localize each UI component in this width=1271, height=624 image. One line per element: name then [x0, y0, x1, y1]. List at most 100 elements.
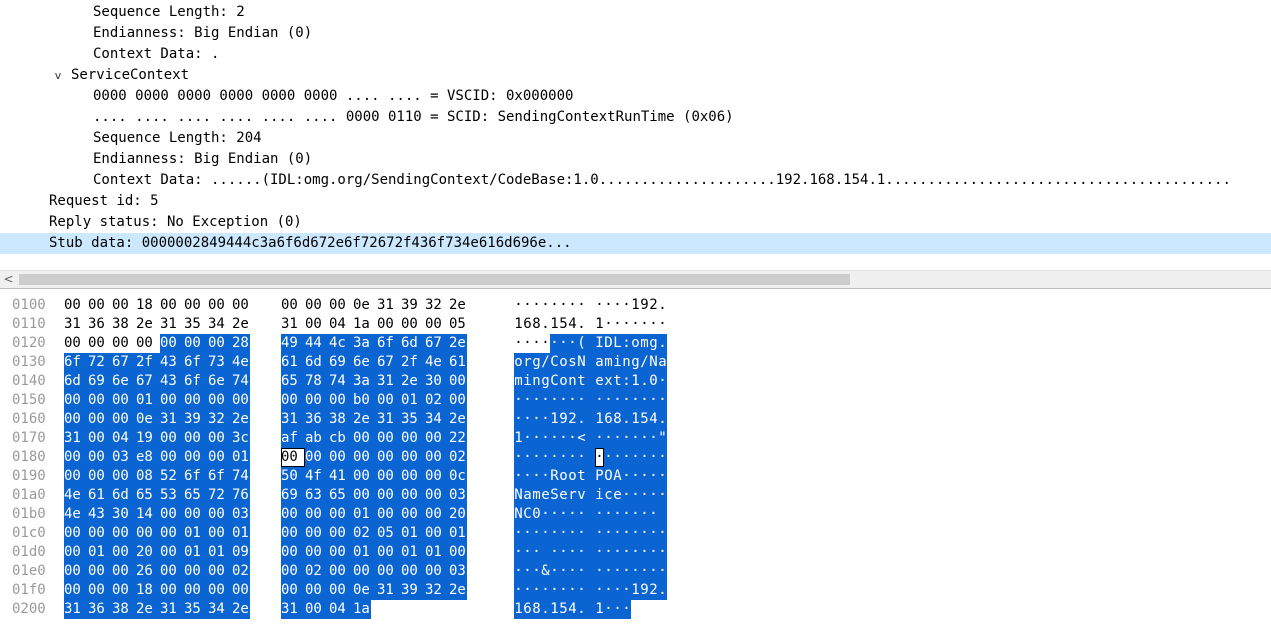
ascii-char[interactable]: ·	[577, 391, 586, 410]
ascii-char[interactable]: ·	[532, 467, 541, 486]
hex-byte[interactable]: 14	[136, 505, 160, 524]
ascii-char[interactable]: ·	[541, 410, 550, 429]
hex-byte[interactable]: 31	[64, 429, 88, 448]
ascii-char[interactable]: :	[622, 334, 631, 353]
hex-byte[interactable]: 00	[64, 391, 88, 410]
hex-byte[interactable]: 6f	[184, 353, 208, 372]
ascii-char[interactable]: ·	[514, 543, 523, 562]
hex-byte[interactable]: 00	[184, 505, 208, 524]
hex-byte[interactable]: 00	[281, 562, 305, 581]
hex-byte[interactable]: 01	[401, 391, 425, 410]
ascii-char[interactable]: g	[532, 353, 541, 372]
ascii-char[interactable]: ·	[622, 296, 631, 315]
hex-byte[interactable]: 00	[353, 448, 377, 467]
hex-byte[interactable]: 00	[401, 505, 425, 524]
ascii-char[interactable]: ·	[658, 391, 667, 410]
hex-byte[interactable]: 00	[184, 391, 208, 410]
ascii-char[interactable]: ·	[622, 429, 631, 448]
ascii-char[interactable]	[586, 334, 595, 353]
hex-byte[interactable]: 00	[281, 505, 305, 524]
ascii-char[interactable]: N	[577, 353, 586, 372]
ascii-char[interactable]: 1	[514, 429, 523, 448]
ascii-char[interactable]: ·	[550, 296, 559, 315]
hex-byte[interactable]: 01	[353, 505, 377, 524]
tree-item[interactable]: 0000 0000 0000 0000 0000 0000 .... .... …	[0, 86, 1271, 107]
hex-byte[interactable]: 2e	[232, 315, 256, 334]
ascii-char[interactable]: t	[577, 372, 586, 391]
hex-byte[interactable]: 00	[449, 543, 467, 562]
ascii-char[interactable]: ·	[640, 467, 649, 486]
hex-byte[interactable]: 6e	[353, 353, 377, 372]
hex-byte[interactable]: 00	[329, 581, 353, 600]
ascii-char[interactable]: ·	[559, 524, 568, 543]
ascii-char[interactable]: ·	[523, 467, 532, 486]
ascii-char[interactable]: I	[595, 334, 604, 353]
ascii-char[interactable]: .	[577, 315, 586, 334]
ascii-char[interactable]: ·	[658, 315, 667, 334]
ascii-char[interactable]: .	[541, 600, 550, 619]
hex-byte[interactable]: 00	[112, 410, 136, 429]
hex-byte[interactable]: 00	[329, 296, 353, 315]
ascii-char[interactable]: ·	[523, 581, 532, 600]
ascii-char[interactable]: ·	[577, 562, 586, 581]
ascii-char[interactable]: ·	[622, 543, 631, 562]
ascii-char[interactable]	[586, 524, 595, 543]
hex-byte[interactable]: 00	[425, 315, 449, 334]
hex-byte[interactable]: 00	[449, 391, 467, 410]
ascii-char[interactable]: 1	[631, 581, 640, 600]
hex-byte[interactable]: 00	[88, 467, 112, 486]
hex-byte[interactable]: 00	[281, 391, 305, 410]
hex-byte[interactable]: 3a	[353, 334, 377, 353]
hex-byte[interactable]: 74	[232, 372, 250, 391]
hex-byte[interactable]: 1a	[353, 315, 377, 334]
ascii-char[interactable]	[658, 505, 667, 524]
hex-byte[interactable]: 00	[401, 448, 425, 467]
hex-byte[interactable]: 00	[112, 296, 136, 315]
hex-byte[interactable]: 00	[329, 543, 353, 562]
hex-byte[interactable]: 00	[88, 391, 112, 410]
hex-byte[interactable]: 00	[208, 429, 232, 448]
hex-byte[interactable]: 00	[281, 448, 305, 467]
ascii-char[interactable]: 4	[568, 600, 577, 619]
ascii-char[interactable]: m	[514, 372, 523, 391]
hex-byte[interactable]: 6d	[401, 334, 425, 353]
hex-row[interactable]: 0130 6f 72 67 2f 43 6f 73 4e 61 6d 69 6e 67 2f 4e 61 o r g /…	[0, 353, 1271, 372]
hex-byte[interactable]: 65	[281, 372, 305, 391]
ascii-char[interactable]: /	[640, 353, 649, 372]
hex-byte[interactable]: 4c	[329, 334, 353, 353]
ascii-char[interactable]: 6	[604, 410, 613, 429]
ascii-char[interactable]: g	[649, 334, 658, 353]
hex-byte[interactable]: 4e	[425, 353, 449, 372]
ascii-char[interactable]: 8	[532, 600, 541, 619]
hex-byte[interactable]: 61	[281, 353, 305, 372]
hex-byte[interactable]: 72	[208, 486, 232, 505]
hex-byte[interactable]: 00	[281, 543, 305, 562]
hex-byte[interactable]: 2e	[136, 600, 160, 619]
hex-byte[interactable]: 00	[425, 486, 449, 505]
hex-row[interactable]: 0170 31 00 04 19 00 00 00 3c af ab cb 00 00 00 00 22 1 · · ·…	[0, 429, 1271, 448]
ascii-char[interactable]: 2	[568, 410, 577, 429]
hex-byte[interactable]: 00	[160, 334, 184, 353]
hex-byte[interactable]: 00	[305, 600, 329, 619]
ascii-char[interactable]: N	[649, 353, 658, 372]
hex-byte[interactable]: 03	[232, 505, 250, 524]
ascii-char[interactable]: S	[550, 486, 559, 505]
ascii-char[interactable]: ·	[541, 296, 550, 315]
hex-byte[interactable]: 00	[112, 562, 136, 581]
hex-byte[interactable]: 78	[305, 372, 329, 391]
hex-byte[interactable]: 04	[329, 600, 353, 619]
hex-byte[interactable]: 00	[425, 467, 449, 486]
hex-byte[interactable]: 0c	[449, 467, 467, 486]
hex-byte[interactable]: 01	[232, 448, 250, 467]
ascii-char[interactable]: i	[613, 353, 622, 372]
hex-byte[interactable]: 01	[425, 543, 449, 562]
ascii-char[interactable]: g	[631, 353, 640, 372]
ascii-char[interactable]: ·	[622, 391, 631, 410]
ascii-char[interactable]: ·	[649, 391, 658, 410]
tree-item[interactable]: Reply status: No Exception (0)	[0, 212, 1271, 233]
ascii-char[interactable]: ·	[514, 334, 523, 353]
ascii-char[interactable]: ·	[649, 315, 658, 334]
hex-byte[interactable]: 00	[64, 562, 88, 581]
hex-byte[interactable]: 6d	[305, 353, 329, 372]
packet-details-tree[interactable]: Sequence Length: 2 Endianness: Big Endian…	[0, 0, 1271, 268]
